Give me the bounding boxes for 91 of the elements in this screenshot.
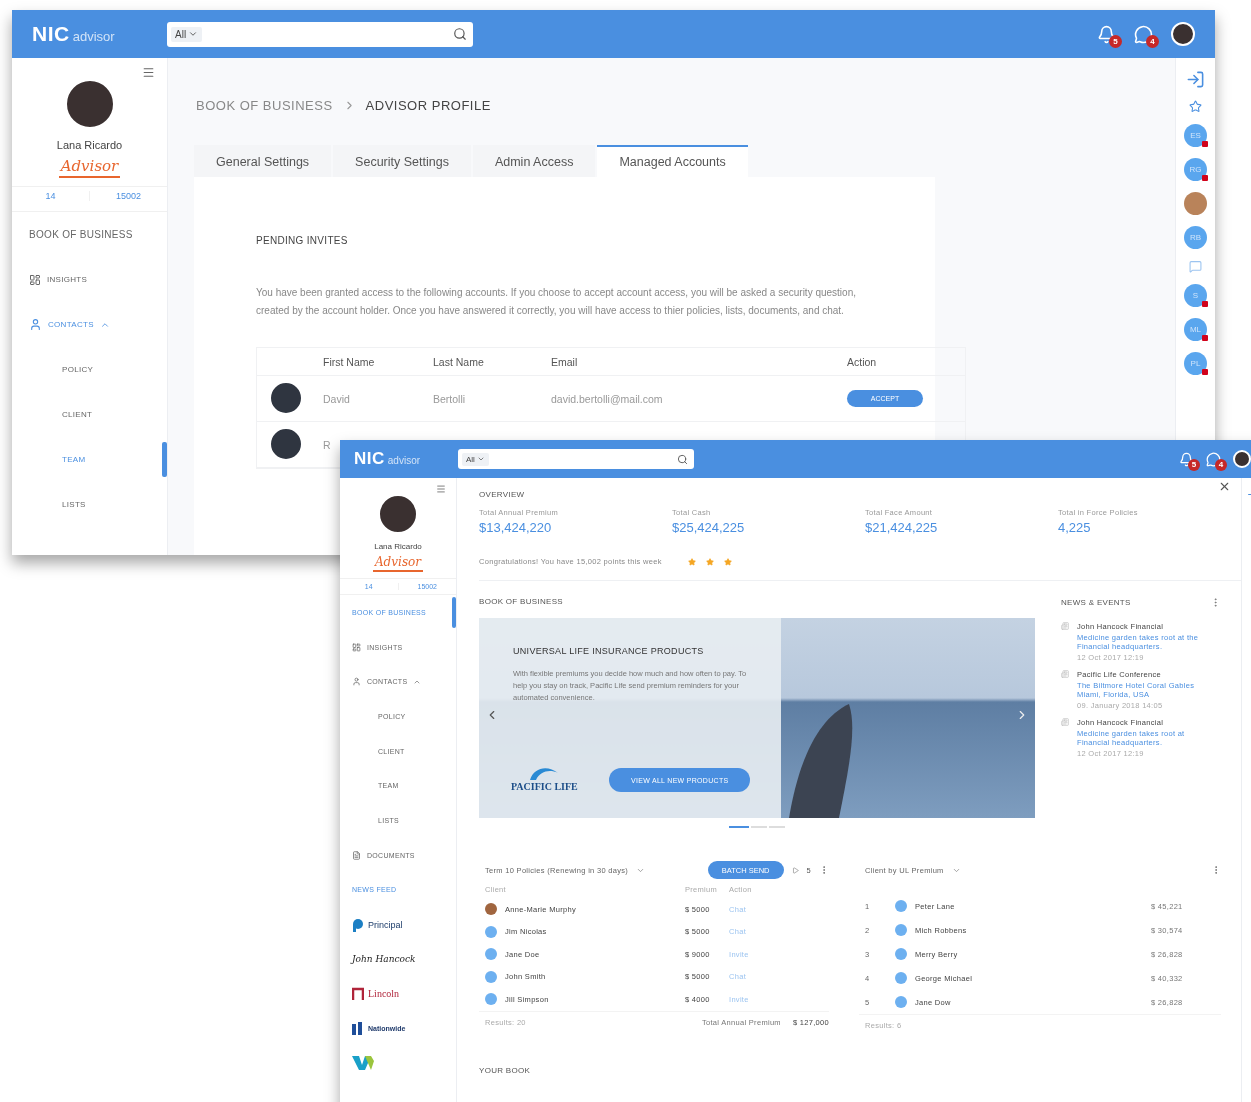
- insurer-logo: John Hancock: [352, 954, 416, 965]
- stat-value: $25,424,225: [672, 520, 746, 535]
- message-badge: 4: [1146, 34, 1159, 48]
- section-title: YOUR BOOK: [479, 1066, 532, 1075]
- section-title: NEWS & EVENTS: [1061, 598, 1131, 607]
- nav-item[interactable]: CONTACTS: [12, 302, 167, 347]
- logo-subtitle: advisor: [72, 29, 115, 44]
- contact-avatar[interactable]: [1184, 192, 1207, 215]
- person-icon: [29, 318, 42, 331]
- column-header: Action: [847, 355, 878, 368]
- notification-badge: 5: [1188, 458, 1200, 471]
- user-name: Lana Ricardo: [374, 542, 422, 551]
- news-icon: [1061, 622, 1069, 630]
- lincoln-logo-icon: [352, 986, 364, 1001]
- breadcrumb-current: ADVISOR PROFILE: [365, 98, 491, 113]
- search-icon[interactable]: [453, 27, 467, 41]
- filter-dropdown[interactable]: All: [171, 26, 203, 42]
- nav-item[interactable]: INSIGHTS: [12, 257, 167, 302]
- user-avatar[interactable]: [1233, 450, 1251, 468]
- star-icon: [687, 557, 696, 566]
- client-avatar: [895, 972, 907, 984]
- client-avatar: [485, 948, 497, 961]
- client-avatar: [895, 948, 907, 960]
- nav-subitem[interactable]: LISTS: [12, 482, 167, 527]
- client-avatar: [485, 970, 497, 983]
- bell-icon[interactable]: [1097, 24, 1116, 44]
- nav-subitem[interactable]: CLIENT: [12, 392, 167, 437]
- tab[interactable]: Managed Accounts: [597, 145, 748, 177]
- role-label: Advisor: [58, 157, 121, 178]
- principal-logo-icon: [352, 917, 364, 932]
- search-field[interactable]: All: [167, 21, 473, 47]
- table-cell-text: R: [323, 438, 332, 451]
- column-header: Email: [551, 355, 579, 368]
- news-icon: [1061, 718, 1069, 726]
- close-icon[interactable]: [1218, 480, 1231, 493]
- banner-title: UNIVERSAL LIFE INSURANCE PRODUCTS: [513, 646, 705, 656]
- star-icon: [705, 557, 714, 566]
- chevron-down-icon: [476, 455, 485, 463]
- tab[interactable]: General Settings: [194, 145, 332, 177]
- client-avatar: [895, 924, 907, 936]
- filter-dropdown[interactable]: All: [462, 452, 489, 466]
- stat-value: 15002: [115, 191, 142, 201]
- search-field[interactable]: All: [458, 449, 694, 469]
- stat-value: 4,225: [1058, 520, 1092, 535]
- logo-subtitle: advisor: [387, 455, 421, 466]
- logo-text: NIC: [32, 22, 70, 46]
- person-icon: [352, 677, 361, 687]
- bell-icon[interactable]: [1179, 451, 1194, 467]
- document-icon: [352, 850, 361, 860]
- client-avatar: [485, 925, 497, 938]
- pacific-life-logo: PACIFIC LIFE: [511, 781, 578, 792]
- client-avatar: [485, 903, 497, 916]
- menu-icon[interactable]: [142, 66, 155, 79]
- news-icon: [1061, 670, 1069, 678]
- role-label: Advisor: [372, 555, 424, 572]
- section-title: PENDING INVITES: [256, 235, 349, 246]
- user-name: Lana Ricardo: [56, 139, 123, 151]
- insurer-logo: Lincoln: [368, 988, 400, 1000]
- user-avatar[interactable]: [1171, 22, 1195, 46]
- tab[interactable]: Security Settings: [333, 145, 471, 177]
- table-cell-text: Bertolli: [433, 392, 467, 405]
- column-header: First Name: [323, 355, 376, 368]
- client-avatar: [485, 993, 497, 1006]
- chevron-down-icon: [188, 29, 199, 39]
- nationwide-logo-icon: [352, 1022, 364, 1036]
- breadcrumb-link[interactable]: BOOK OF BUSINESS: [196, 98, 333, 113]
- play-icon[interactable]: [791, 866, 799, 874]
- tab[interactable]: Admin Access: [472, 145, 596, 177]
- section-title: OVERVIEW: [479, 490, 526, 499]
- column-header: Last Name: [433, 355, 485, 368]
- table-cell-text: david.bertolli@mail.com: [551, 392, 664, 405]
- message-badge: 4: [1215, 458, 1227, 471]
- intro-text: You have been granted access to the following accounts. If you choose to accept account access, you will be asked a security question, created by the account holder. Once you have answered it correctly, you will have access to thier policies, lists, documents, and chat.: [256, 286, 857, 318]
- dashboard-icon: [352, 642, 361, 652]
- table-cell-text: David: [323, 392, 351, 405]
- nav-item[interactable]: BOOK OF BUSINESS: [12, 212, 167, 257]
- insurer-logo: Principal: [368, 919, 403, 930]
- stat-value: $21,424,225: [865, 520, 939, 535]
- dashboard-icon: [29, 273, 41, 286]
- stat-value: $13,424,220: [479, 520, 553, 535]
- client-avatar: [895, 996, 907, 1008]
- client-avatar: [895, 900, 907, 912]
- star-icon: [723, 557, 732, 566]
- search-icon[interactable]: [677, 453, 688, 465]
- logo-text: NIC: [354, 449, 385, 469]
- stat-value: 14: [12, 191, 90, 201]
- section-title: BOOK OF BUSINESS: [479, 597, 564, 606]
- notification-badge: 5: [1109, 34, 1122, 48]
- nav-subitem[interactable]: TEAM: [12, 437, 167, 482]
- nav-subitem[interactable]: POLICY: [12, 347, 167, 392]
- star-icon[interactable]: [1189, 100, 1202, 113]
